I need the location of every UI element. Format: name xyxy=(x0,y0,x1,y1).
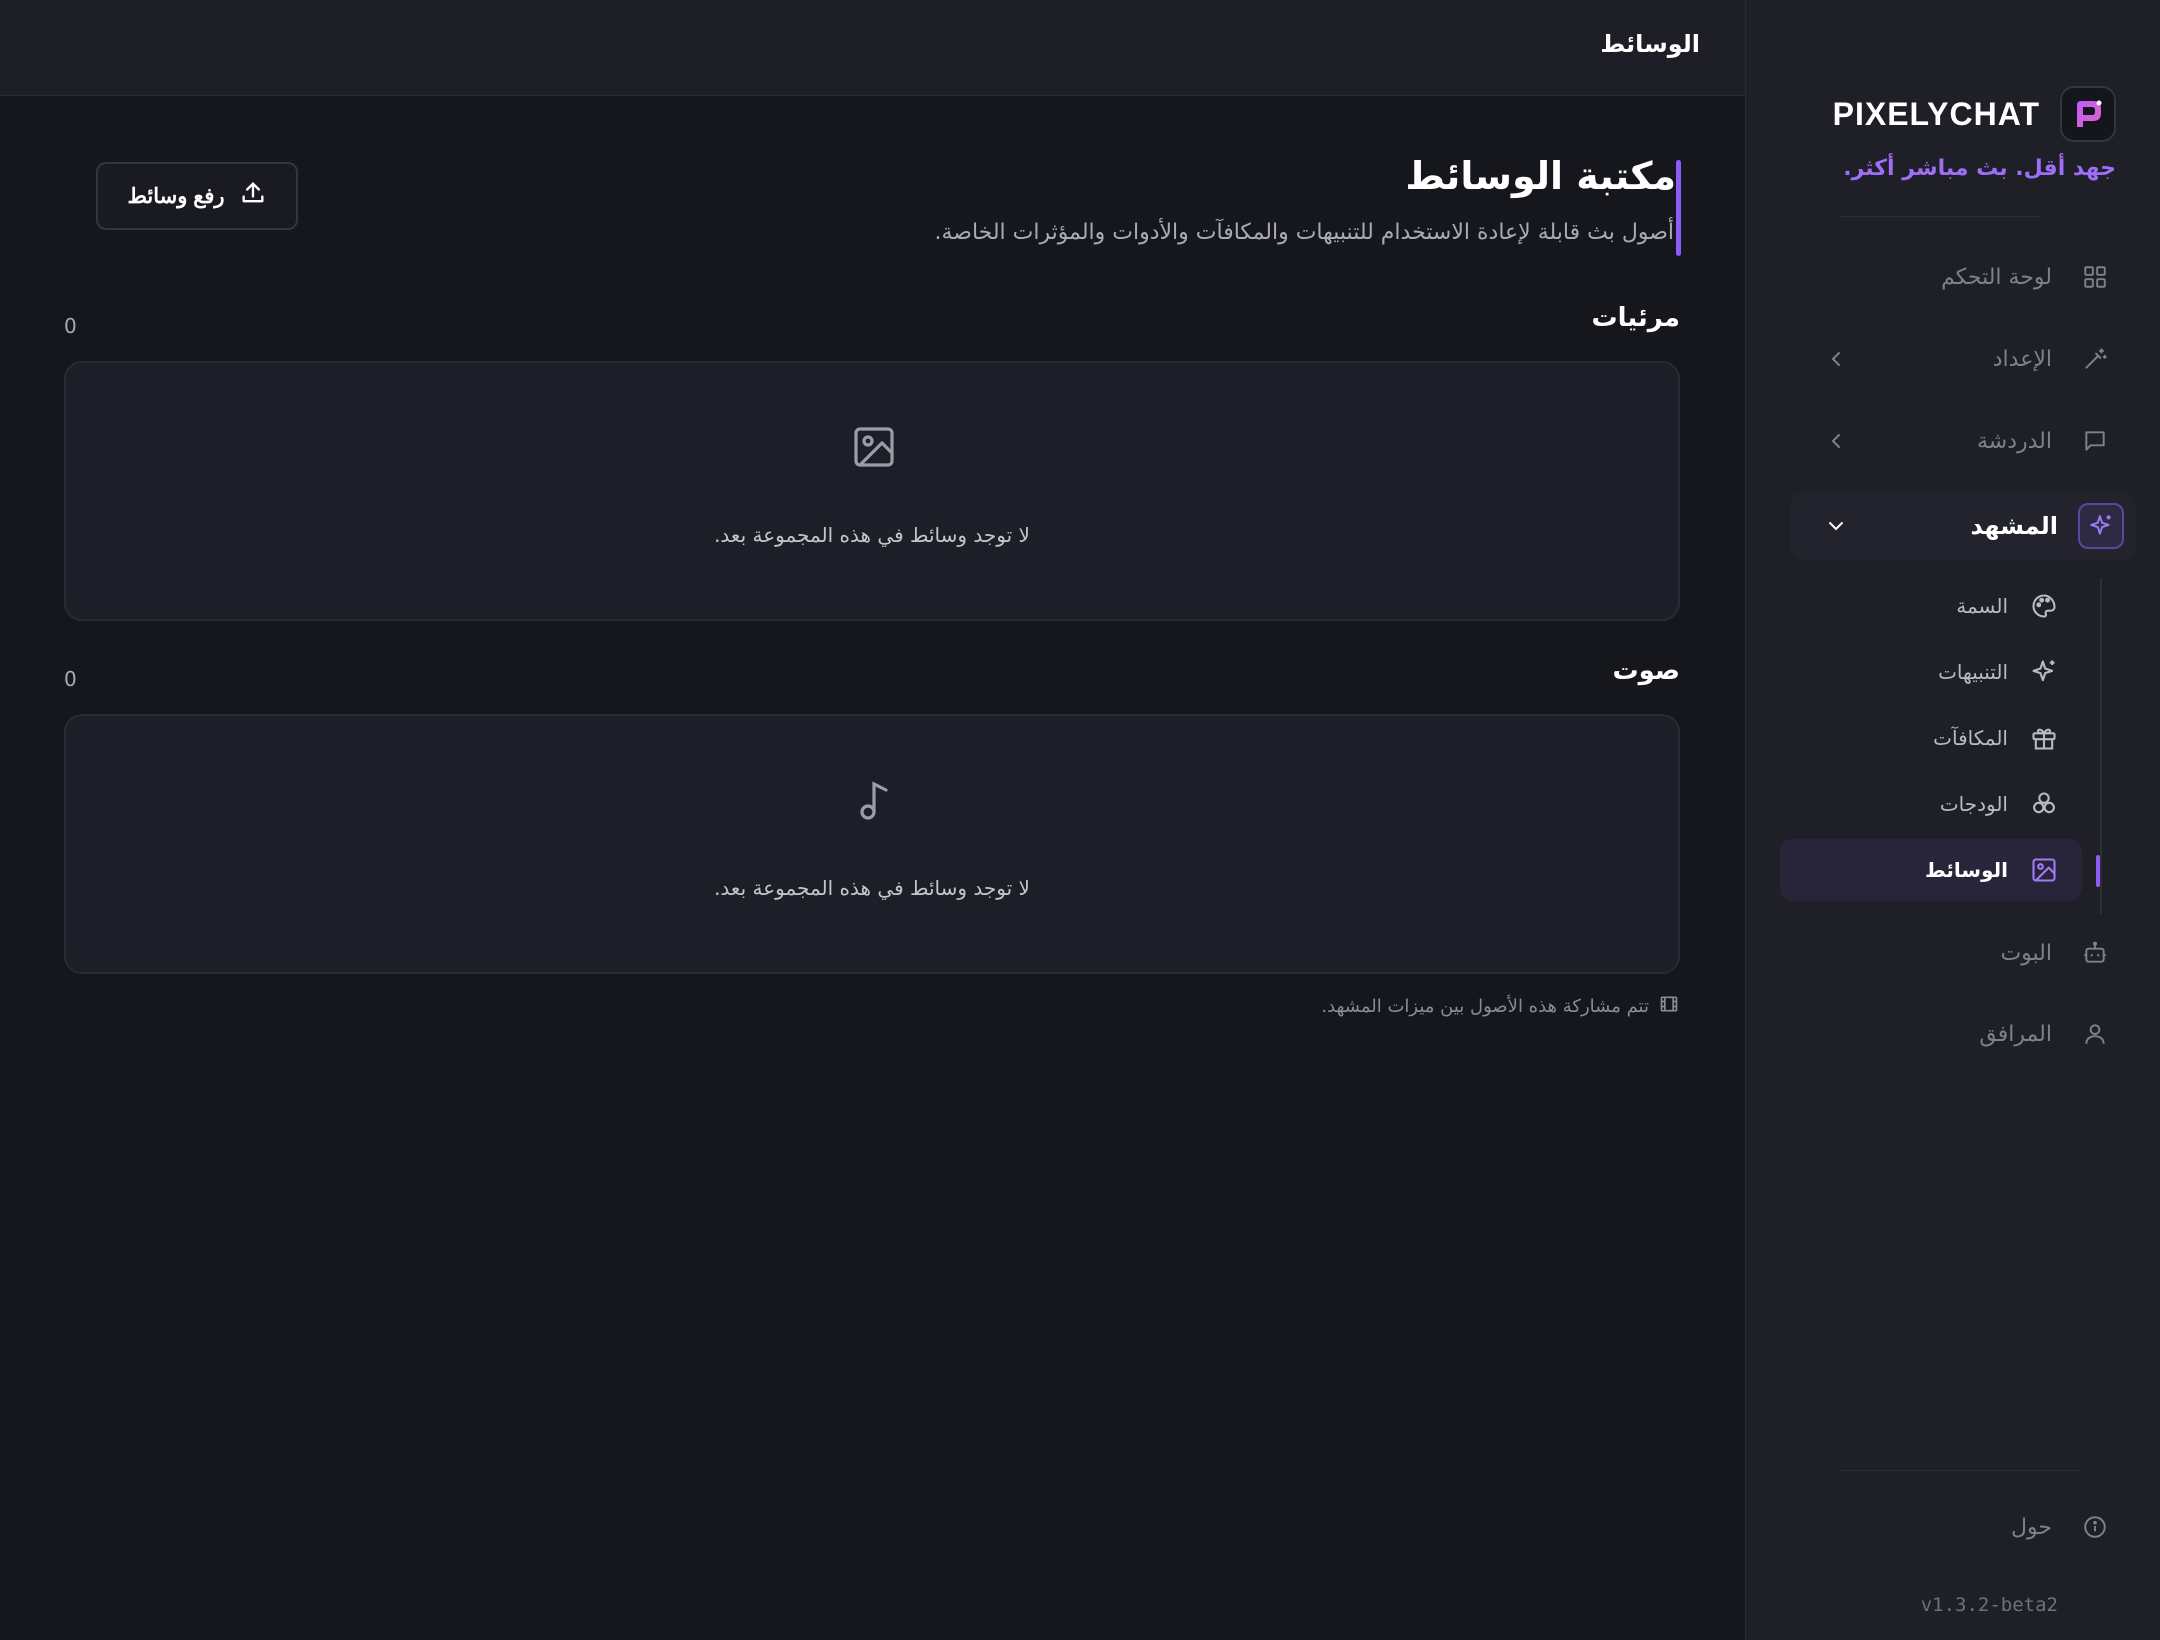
shared-assets-note: تتم مشاركة هذه الأصول بين ميزات المشهد. xyxy=(1321,994,1679,1019)
visuals-dropzone[interactable]: لا توجد وسائط في هذه المجموعة بعد. xyxy=(64,361,1680,621)
image-icon xyxy=(850,423,898,471)
palette-icon xyxy=(2028,590,2060,622)
sidebar-item-label: الودجات xyxy=(1939,792,2008,816)
grid-icon xyxy=(2078,260,2112,294)
nav-item-label: المرافق xyxy=(1979,1021,2052,1047)
brand-name: PIXELYCHAT xyxy=(1832,95,2040,132)
nav-item-bot[interactable]: البوت xyxy=(1790,922,2130,984)
active-indicator xyxy=(2096,855,2100,887)
sidebar-item-label: المكافآت xyxy=(1933,726,2008,750)
info-icon xyxy=(2078,1510,2112,1544)
section-count-audio: 0 xyxy=(64,667,77,691)
upload-icon xyxy=(239,179,267,213)
nav-item-chat[interactable]: الدردشة xyxy=(1790,410,2130,472)
gift-icon xyxy=(2028,722,2060,754)
sparkles-icon xyxy=(2078,503,2124,549)
nav-item-label: البوت xyxy=(2000,940,2052,966)
audio-dropzone[interactable]: لا توجد وسائط في هذه المجموعة بعد. xyxy=(64,714,1680,974)
divider xyxy=(1840,216,2040,217)
upload-label: رفع وسائط xyxy=(127,184,225,208)
wand-icon xyxy=(2078,342,2112,376)
sidebar-item-label: الوسائط xyxy=(1924,858,2008,882)
topbar-title: الوسائط xyxy=(1600,30,1700,58)
sidebar: PIXELYCHAT جهد أقل. بث مباشر أكثر. لوحة … xyxy=(1745,0,2160,1640)
nav-item-label: الإعداد xyxy=(1992,346,2052,372)
chevron-left-icon xyxy=(1824,347,1848,371)
nav-item-label: لوحة التحكم xyxy=(1941,264,2052,290)
page-subtitle: أصول بث قابلة لإعادة الاستخدام للتنبيهات… xyxy=(934,220,1674,245)
sidebar-item-media[interactable]: الوسائط xyxy=(1780,839,2082,901)
section-count-visuals: 0 xyxy=(64,314,77,338)
divider xyxy=(1840,1470,2080,1471)
sidebar-item-theme[interactable]: السمة xyxy=(1780,575,2082,637)
brand[interactable]: PIXELYCHAT xyxy=(1833,86,2116,142)
topbar: الوسائط xyxy=(0,0,1745,96)
sidebar-item-label: السمة xyxy=(1956,594,2008,618)
app-window: PIXELYCHAT جهد أقل. بث مباشر أكثر. لوحة … xyxy=(0,0,2160,1640)
nav-item-about[interactable]: حول xyxy=(1790,1496,2130,1558)
footnote-text: تتم مشاركة هذه الأصول بين ميزات المشهد. xyxy=(1321,996,1649,1017)
submenu-rail xyxy=(2100,578,2102,914)
title-accent-bar xyxy=(1676,160,1681,256)
chevron-left-icon xyxy=(1824,429,1848,453)
nav-item-label: الدردشة xyxy=(1976,428,2052,454)
chevron-down-icon xyxy=(1824,514,1848,538)
upload-media-button[interactable]: رفع وسائط xyxy=(96,162,298,230)
section-title-visuals: مرئيات xyxy=(1591,303,1680,333)
pixelychat-logo-icon xyxy=(2060,86,2116,142)
sidebar-item-label: التنبيهات xyxy=(1938,660,2008,684)
sidebar-item-rewards[interactable]: المكافآت xyxy=(1780,707,2082,769)
nav-item-label: المشهد xyxy=(1970,512,2058,540)
nav-item-label: حول xyxy=(2011,1514,2052,1540)
image-icon xyxy=(2028,854,2060,886)
nav-item-dashboard[interactable]: لوحة التحكم xyxy=(1790,246,2130,308)
nav-item-scene[interactable]: المشهد xyxy=(1790,492,2136,560)
film-icon xyxy=(1659,994,1679,1019)
version-label: v1.3.2-beta2 xyxy=(1920,1594,2058,1616)
chat-icon xyxy=(2078,424,2112,458)
user-icon xyxy=(2078,1017,2112,1051)
sparkles-icon xyxy=(2028,656,2060,688)
tagline: جهد أقل. بث مباشر أكثر. xyxy=(1843,156,2116,181)
sidebar-item-widgets[interactable]: الودجات xyxy=(1780,773,2082,835)
nav-item-setup[interactable]: الإعداد xyxy=(1790,328,2130,390)
empty-state-text: لا توجد وسائط في هذه المجموعة بعد. xyxy=(714,876,1030,900)
section-title-audio: صوت xyxy=(1612,656,1680,686)
music-note-icon xyxy=(850,776,898,824)
shapes-icon xyxy=(2028,788,2060,820)
bot-icon xyxy=(2078,936,2112,970)
empty-state-text: لا توجد وسائط في هذه المجموعة بعد. xyxy=(714,523,1030,547)
sidebar-item-alerts[interactable]: التنبيهات xyxy=(1780,641,2082,703)
page-title: مكتبة الوسائط xyxy=(1405,154,1676,198)
nav-item-companion[interactable]: المرافق xyxy=(1790,1003,2130,1065)
